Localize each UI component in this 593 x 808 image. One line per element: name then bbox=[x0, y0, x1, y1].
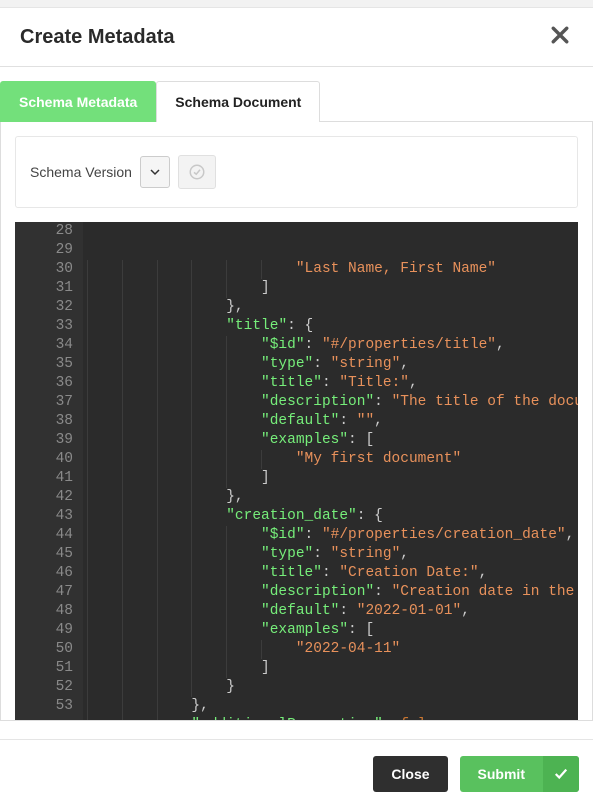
tab-panel: Schema Version 2829303132333435363738394… bbox=[0, 121, 593, 721]
divider bbox=[0, 66, 593, 67]
line-number: 29 bbox=[33, 241, 73, 260]
code-line[interactable]: "$id": "#/properties/creation_date", bbox=[83, 526, 578, 545]
code-editor[interactable]: 2829303132333435363738394041424344454647… bbox=[15, 222, 578, 720]
check-circle-icon bbox=[188, 163, 206, 181]
modal-top-strip bbox=[0, 0, 593, 8]
line-number: 47 bbox=[33, 583, 73, 602]
code-line[interactable]: "title": { bbox=[83, 317, 578, 336]
code-line[interactable]: "description": "The title of the documen… bbox=[83, 393, 578, 412]
close-icon[interactable] bbox=[547, 22, 573, 52]
editor-code[interactable]: "Last Name, First Name" ] }, "title": { … bbox=[83, 222, 578, 720]
check-icon bbox=[543, 756, 579, 792]
button-label: Close bbox=[391, 766, 429, 782]
tab-schema-metadata[interactable]: Schema Metadata bbox=[0, 81, 156, 122]
line-number: 32 bbox=[33, 298, 73, 317]
schema-version-select[interactable] bbox=[140, 156, 170, 188]
modal-header: Create Metadata bbox=[0, 8, 593, 66]
code-line[interactable]: "examples": [ bbox=[83, 621, 578, 640]
code-line[interactable]: "additionalProperties": false bbox=[83, 716, 578, 720]
line-number: 28 bbox=[33, 222, 73, 241]
line-number: 46 bbox=[33, 564, 73, 583]
line-number: 45 bbox=[33, 545, 73, 564]
button-label: Submit bbox=[460, 766, 543, 782]
chevron-down-icon bbox=[150, 167, 160, 177]
line-number: 48 bbox=[33, 602, 73, 621]
line-number: 37 bbox=[33, 393, 73, 412]
code-line[interactable]: ] bbox=[83, 279, 578, 298]
editor-gutter: 2829303132333435363738394041424344454647… bbox=[15, 222, 83, 720]
line-number: 30 bbox=[33, 260, 73, 279]
line-number: 40 bbox=[33, 450, 73, 469]
code-line[interactable]: "My first document" bbox=[83, 450, 578, 469]
line-number: 36 bbox=[33, 374, 73, 393]
line-number: 34 bbox=[33, 336, 73, 355]
code-line[interactable]: "title": "Creation Date:", bbox=[83, 564, 578, 583]
code-line[interactable]: ] bbox=[83, 469, 578, 488]
line-number: 35 bbox=[33, 355, 73, 374]
line-number: 42 bbox=[33, 488, 73, 507]
schema-version-label: Schema Version bbox=[30, 164, 132, 180]
code-line[interactable]: }, bbox=[83, 298, 578, 317]
line-number: 38 bbox=[33, 412, 73, 431]
code-line[interactable]: "type": "string", bbox=[83, 355, 578, 374]
line-number: 50 bbox=[33, 640, 73, 659]
code-line[interactable]: "$id": "#/properties/title", bbox=[83, 336, 578, 355]
code-line[interactable]: "2022-04-11" bbox=[83, 640, 578, 659]
modal-title: Create Metadata bbox=[20, 26, 175, 49]
validate-button[interactable] bbox=[178, 155, 216, 189]
line-number: 52 bbox=[33, 678, 73, 697]
code-line[interactable]: } bbox=[83, 678, 578, 697]
tab-schema-document[interactable]: Schema Document bbox=[156, 81, 320, 122]
code-line[interactable]: "title": "Title:", bbox=[83, 374, 578, 393]
code-line[interactable]: "default": "", bbox=[83, 412, 578, 431]
close-button[interactable]: Close bbox=[373, 756, 447, 792]
code-line[interactable]: "description": "Creation date in the for… bbox=[83, 583, 578, 602]
code-line[interactable]: "Last Name, First Name" bbox=[83, 260, 578, 279]
tab-label: Schema Document bbox=[175, 94, 301, 110]
tabs: Schema Metadata Schema Document bbox=[0, 81, 593, 122]
code-line[interactable]: }, bbox=[83, 488, 578, 507]
line-number: 33 bbox=[33, 317, 73, 336]
modal-footer: Close Submit bbox=[0, 740, 593, 806]
code-line[interactable]: "default": "2022-01-01", bbox=[83, 602, 578, 621]
line-number: 51 bbox=[33, 659, 73, 678]
code-line[interactable]: "type": "string", bbox=[83, 545, 578, 564]
line-number: 39 bbox=[33, 431, 73, 450]
code-line[interactable]: "creation_date": { bbox=[83, 507, 578, 526]
line-number: 43 bbox=[33, 507, 73, 526]
line-number: 41 bbox=[33, 469, 73, 488]
schema-version-row: Schema Version bbox=[15, 136, 578, 208]
code-line[interactable]: "examples": [ bbox=[83, 431, 578, 450]
submit-button[interactable]: Submit bbox=[460, 756, 579, 792]
tab-label: Schema Metadata bbox=[19, 94, 137, 110]
line-number: 31 bbox=[33, 279, 73, 298]
code-line[interactable]: ] bbox=[83, 659, 578, 678]
line-number: 44 bbox=[33, 526, 73, 545]
line-number: 53 bbox=[33, 697, 73, 716]
line-number: 49 bbox=[33, 621, 73, 640]
code-line[interactable]: }, bbox=[83, 697, 578, 716]
